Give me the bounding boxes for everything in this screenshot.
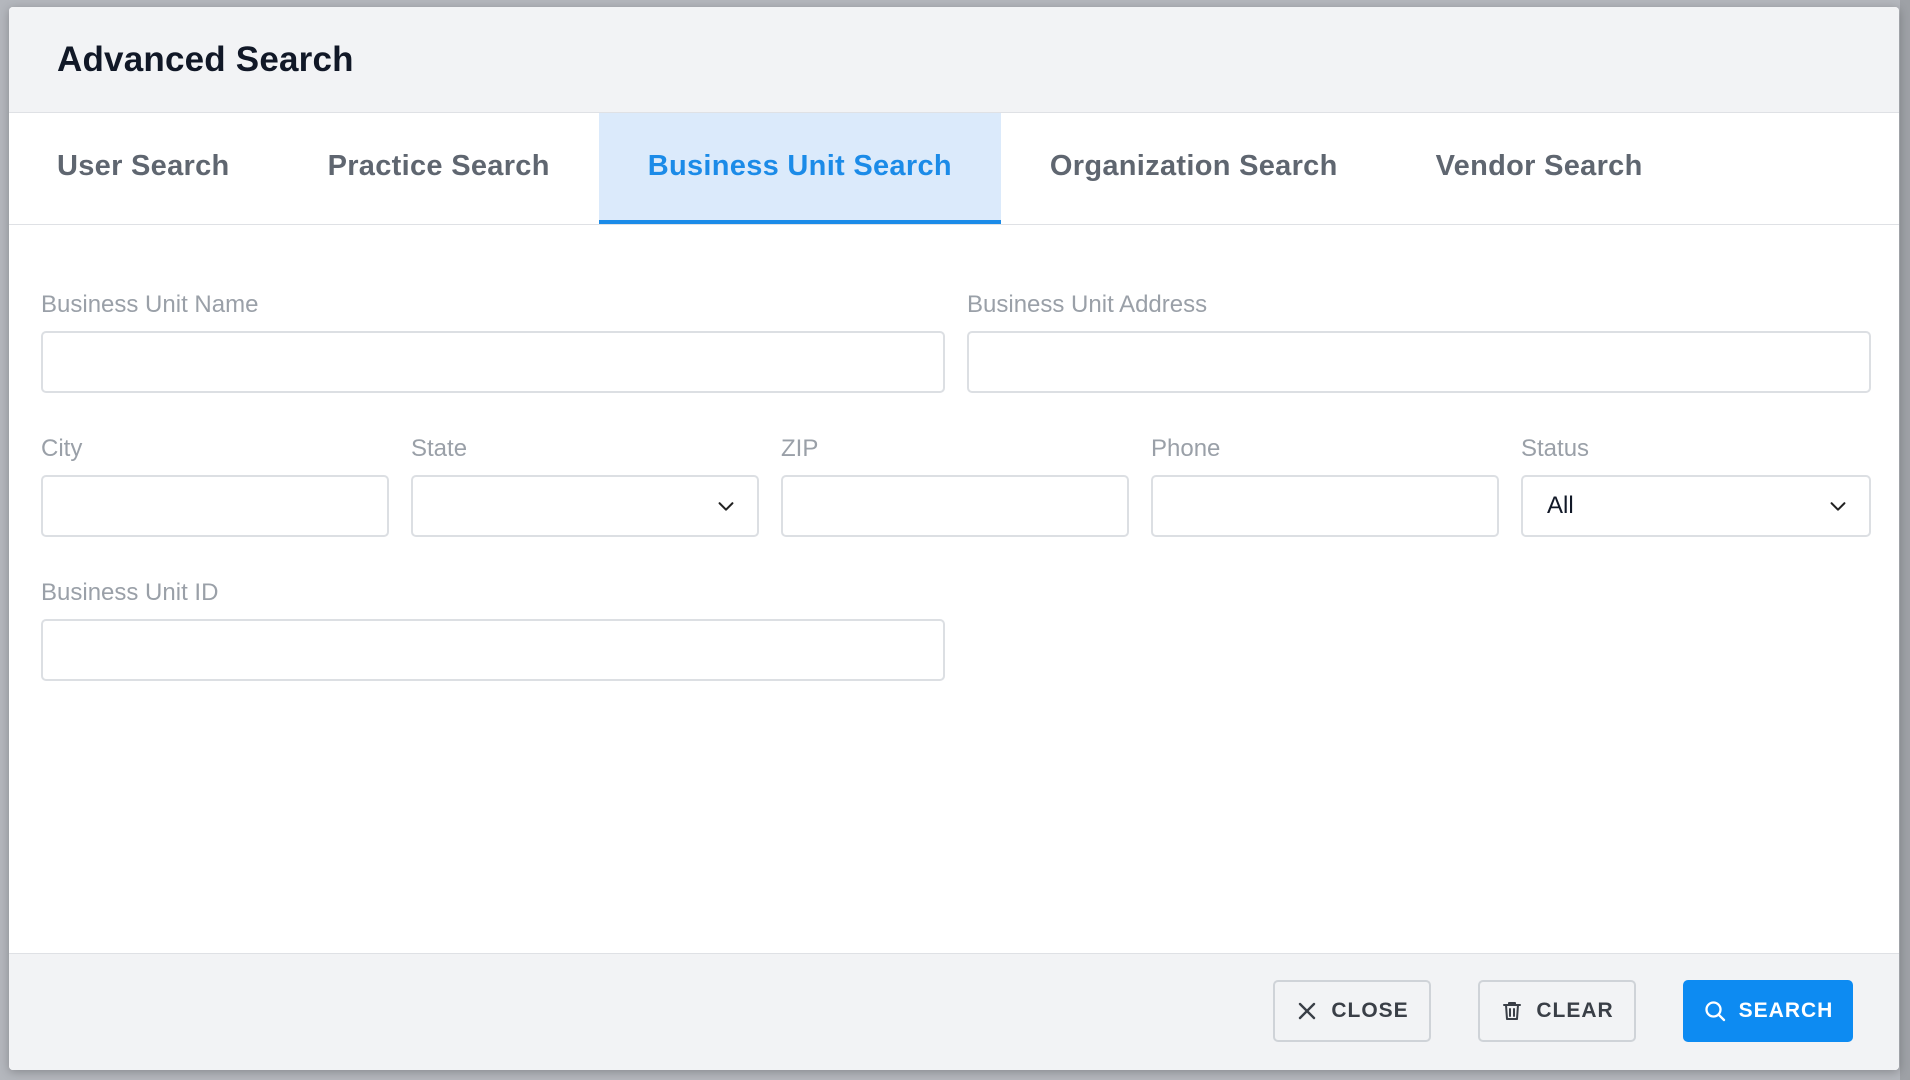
chevron-down-icon: [718, 502, 734, 511]
city-input[interactable]: [41, 475, 389, 537]
search-tabs: User Search Practice Search Business Uni…: [9, 113, 1899, 225]
modal-title: Advanced Search: [57, 39, 354, 79]
business-unit-id-input[interactable]: [41, 619, 945, 681]
clear-button-label: CLEAR: [1536, 999, 1614, 1022]
state-group: State: [411, 435, 759, 537]
status-select[interactable]: All: [1521, 475, 1871, 537]
business-unit-address-label: Business Unit Address: [967, 291, 1208, 318]
business-unit-address-group: Business Unit Address: [967, 291, 1871, 393]
search-button[interactable]: SEARCH: [1683, 980, 1853, 1042]
page-backdrop: [1900, 0, 1910, 1080]
phone-input[interactable]: [1151, 475, 1499, 537]
state-label: State: [411, 435, 468, 462]
close-button-label: CLOSE: [1331, 999, 1409, 1022]
phone-group: Phone: [1151, 435, 1499, 537]
close-icon: [1299, 1002, 1316, 1020]
business-unit-name-input[interactable]: [41, 331, 945, 393]
business-unit-name-label: Business Unit Name: [41, 291, 259, 318]
business-unit-id-label: Business Unit ID: [41, 579, 219, 606]
tab-business-unit-search[interactable]: Business Unit Search: [598, 113, 1001, 224]
tab-practice-search[interactable]: Practice Search: [279, 113, 599, 224]
status-label: Status: [1521, 435, 1590, 462]
chevron-down-icon: [1830, 502, 1846, 511]
state-select[interactable]: [411, 475, 759, 537]
modal-footer: CLOSE CLEAR SEARCH: [9, 953, 1899, 1070]
advanced-search-modal: Advanced Search User Search Practice Sea…: [9, 7, 1899, 1070]
clear-button[interactable]: CLEAR: [1478, 980, 1636, 1042]
business-unit-address-input[interactable]: [967, 331, 1871, 393]
tab-organization-search[interactable]: Organization Search: [1001, 113, 1387, 224]
status-group: Status All: [1521, 435, 1871, 537]
tab-user-search[interactable]: User Search: [9, 113, 279, 224]
trash-icon: [1503, 1002, 1522, 1020]
modal-header: Advanced Search: [9, 7, 1899, 113]
business-unit-id-group: Business Unit ID: [41, 579, 945, 681]
business-unit-name-group: Business Unit Name: [41, 291, 945, 393]
zip-input[interactable]: [781, 475, 1129, 537]
city-label: City: [41, 435, 83, 462]
city-group: City: [41, 435, 389, 537]
tab-vendor-search[interactable]: Vendor Search: [1387, 113, 1692, 224]
search-button-label: SEARCH: [1738, 999, 1834, 1022]
phone-label: Phone: [1151, 435, 1221, 462]
close-button[interactable]: CLOSE: [1273, 980, 1431, 1042]
search-icon: [1705, 1001, 1725, 1022]
zip-label: ZIP: [781, 435, 819, 462]
zip-group: ZIP: [781, 435, 1129, 537]
status-value: All: [1547, 492, 1574, 519]
